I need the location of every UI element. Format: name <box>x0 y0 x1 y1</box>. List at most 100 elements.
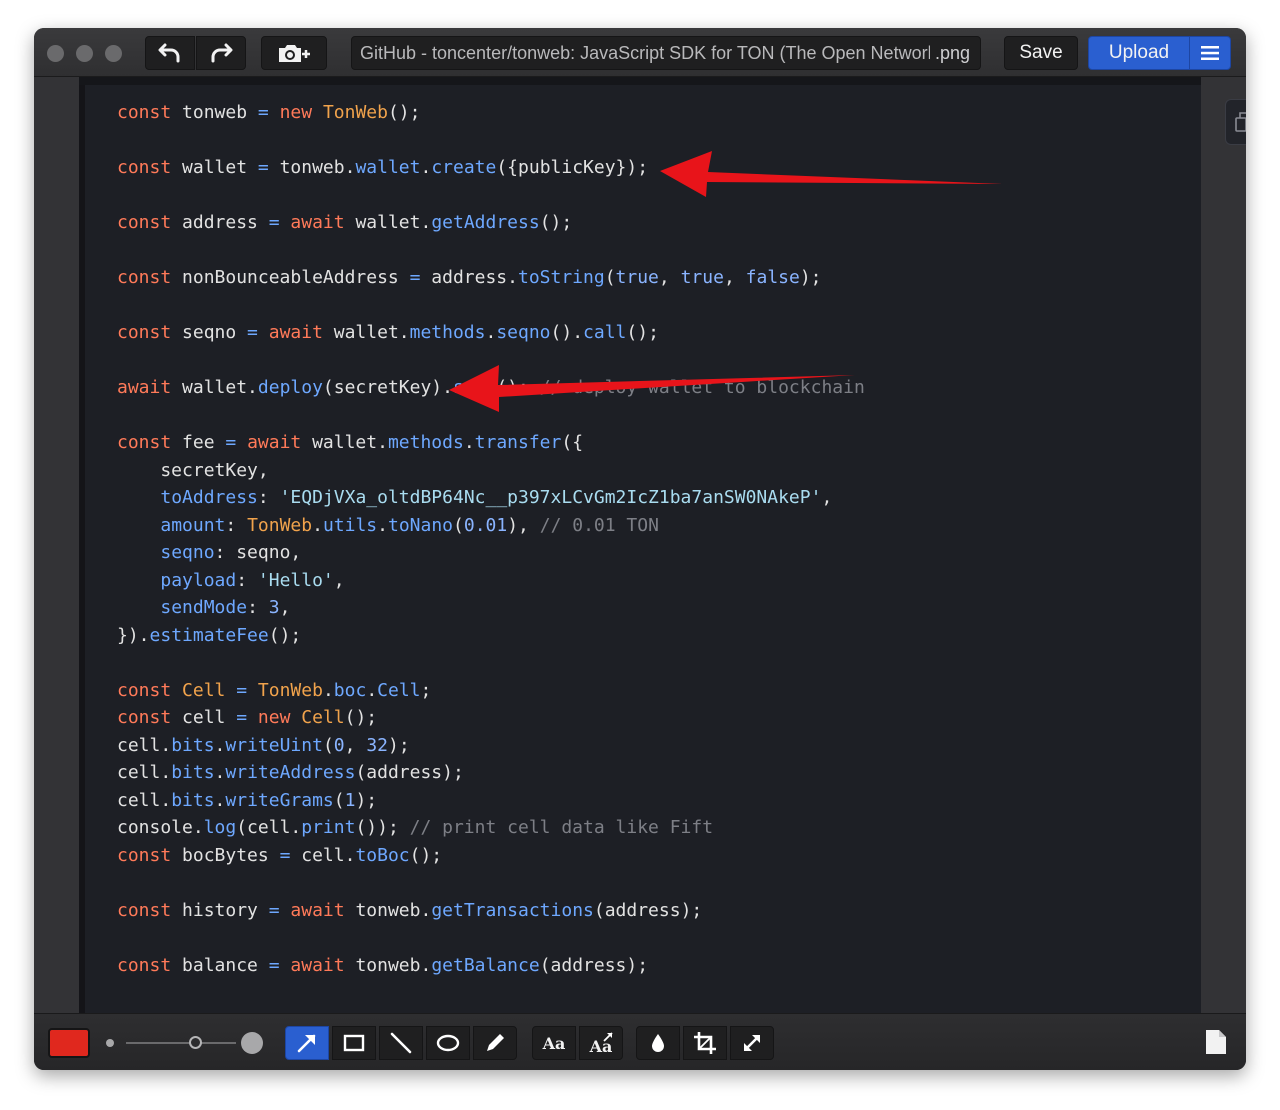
code-line: toAddress: 'EQDjVXa_oltdBP64Nc__p397xLCv… <box>117 484 865 512</box>
code-token: . <box>322 679 334 701</box>
code-token: history <box>171 899 269 921</box>
code-token: cell. <box>290 844 356 866</box>
code-token: deploy <box>257 377 323 398</box>
code-line: seqno: seqno, <box>117 539 865 567</box>
window-zoom-button[interactable] <box>105 45 122 62</box>
code-token: 'EQDjVXa_oltdBP64Nc__p397xLCvGm2IcZ1ba7a… <box>279 487 822 508</box>
menu-icon <box>1201 46 1219 60</box>
camera-add-icon <box>279 45 310 62</box>
size-slider-knob[interactable] <box>189 1036 202 1049</box>
text-tool[interactable]: Aa <box>532 1026 576 1060</box>
code-token: ( <box>453 514 464 536</box>
code-token: ( <box>333 789 345 811</box>
code-token: toString <box>518 267 605 288</box>
document-icon[interactable] <box>1204 1028 1228 1056</box>
save-button[interactable]: Save <box>1004 36 1078 70</box>
line-tool[interactable] <box>379 1026 423 1060</box>
code-token: wallet. <box>301 432 388 453</box>
code-token: : <box>236 569 258 591</box>
code-token: seqno <box>171 322 248 343</box>
code-token: ({ <box>561 432 584 453</box>
code-line: const seqno = await wallet.methods.seqno… <box>117 319 865 347</box>
code-token: 3 <box>268 597 280 618</box>
code-token: 0.01 <box>463 514 508 536</box>
code-line: const history = await tonweb.getTransact… <box>117 897 865 925</box>
code-token: const <box>117 954 172 976</box>
code-token: tonweb. <box>344 954 432 976</box>
code-token: = <box>225 432 237 453</box>
filename-field[interactable]: GitHub - toncenter/tonweb: JavaScript SD… <box>351 36 981 70</box>
undo-button[interactable] <box>145 36 195 70</box>
code-token: (); <box>539 212 573 233</box>
size-slider[interactable] <box>126 1042 236 1044</box>
arrow-tool[interactable] <box>285 1026 329 1060</box>
code-token: }). <box>117 624 150 646</box>
pencil-tool[interactable] <box>473 1026 517 1060</box>
redo-button[interactable] <box>196 36 246 70</box>
code-token: true <box>680 267 724 288</box>
code-token: , <box>333 569 345 591</box>
code-token: utils <box>322 514 378 536</box>
code-line: secretKey, <box>117 457 865 485</box>
code-token: call <box>583 322 627 343</box>
copy-button[interactable] <box>1225 99 1246 145</box>
code-token: . <box>377 514 388 536</box>
code-token: (address); <box>539 954 649 976</box>
screenshot-canvas[interactable]: const tonweb = new TonWeb(); const walle… <box>34 77 1246 1013</box>
upload-button[interactable]: Upload <box>1088 36 1190 70</box>
code-token: (); <box>268 624 302 646</box>
color-picker[interactable] <box>48 1028 90 1058</box>
code-token: , <box>658 267 681 288</box>
code-token: wallet <box>355 157 421 178</box>
undo-icon <box>158 43 180 63</box>
code-token: seqno <box>160 542 215 563</box>
copy-icon <box>1235 112 1246 132</box>
rectangle-tool[interactable] <box>332 1026 376 1060</box>
editor-top-strip <box>79 77 1201 85</box>
code-token: amount <box>160 514 226 536</box>
ellipse-tool[interactable] <box>426 1026 470 1060</box>
code-token: cell <box>171 707 237 728</box>
redo-icon <box>211 43 233 63</box>
code-token: : <box>225 514 248 536</box>
code-token: writeUint <box>225 734 323 756</box>
code-token: = <box>268 899 280 921</box>
code-token: = <box>409 267 421 288</box>
code-token: . <box>214 734 226 756</box>
code-token: ); <box>799 267 822 288</box>
text-style-tool[interactable]: Aa <box>579 1026 623 1060</box>
code-token: methods <box>387 432 464 453</box>
code-token: TonWeb <box>322 102 388 123</box>
code-token: = <box>268 212 280 233</box>
blur-tool[interactable] <box>636 1026 680 1060</box>
drop-icon <box>652 1034 664 1052</box>
code-token: . <box>214 789 226 811</box>
code-line: }).estimateFee(); <box>117 622 865 650</box>
code-token: : <box>247 597 269 618</box>
code-line: const fee = await wallet.methods.transfe… <box>117 429 865 457</box>
resize-tool[interactable] <box>730 1026 774 1060</box>
code-token: tonweb. <box>268 157 356 178</box>
capture-button[interactable] <box>261 36 327 70</box>
code-token: (). <box>550 322 584 343</box>
window-minimize-button[interactable] <box>76 45 93 62</box>
code-token: (); <box>496 377 540 398</box>
code-token: const <box>117 432 172 453</box>
code-token: create <box>431 157 497 178</box>
crop-tool[interactable] <box>683 1026 727 1060</box>
code-token: 'Hello' <box>257 569 334 591</box>
titlebar: GitHub - toncenter/tonweb: JavaScript SD… <box>34 28 1246 77</box>
code-token: Cell <box>301 707 345 728</box>
code-token: = <box>236 679 248 701</box>
window-close-button[interactable] <box>47 45 64 62</box>
code-line: cell.bits.writeUint(0, 32); <box>117 732 865 760</box>
menu-button[interactable] <box>1189 36 1231 70</box>
code-token: . <box>420 157 432 178</box>
code-token: 32 <box>366 734 388 756</box>
code-token: : seqno, <box>214 542 302 563</box>
code-line: const nonBounceableAddress = address.toS… <box>117 264 865 292</box>
